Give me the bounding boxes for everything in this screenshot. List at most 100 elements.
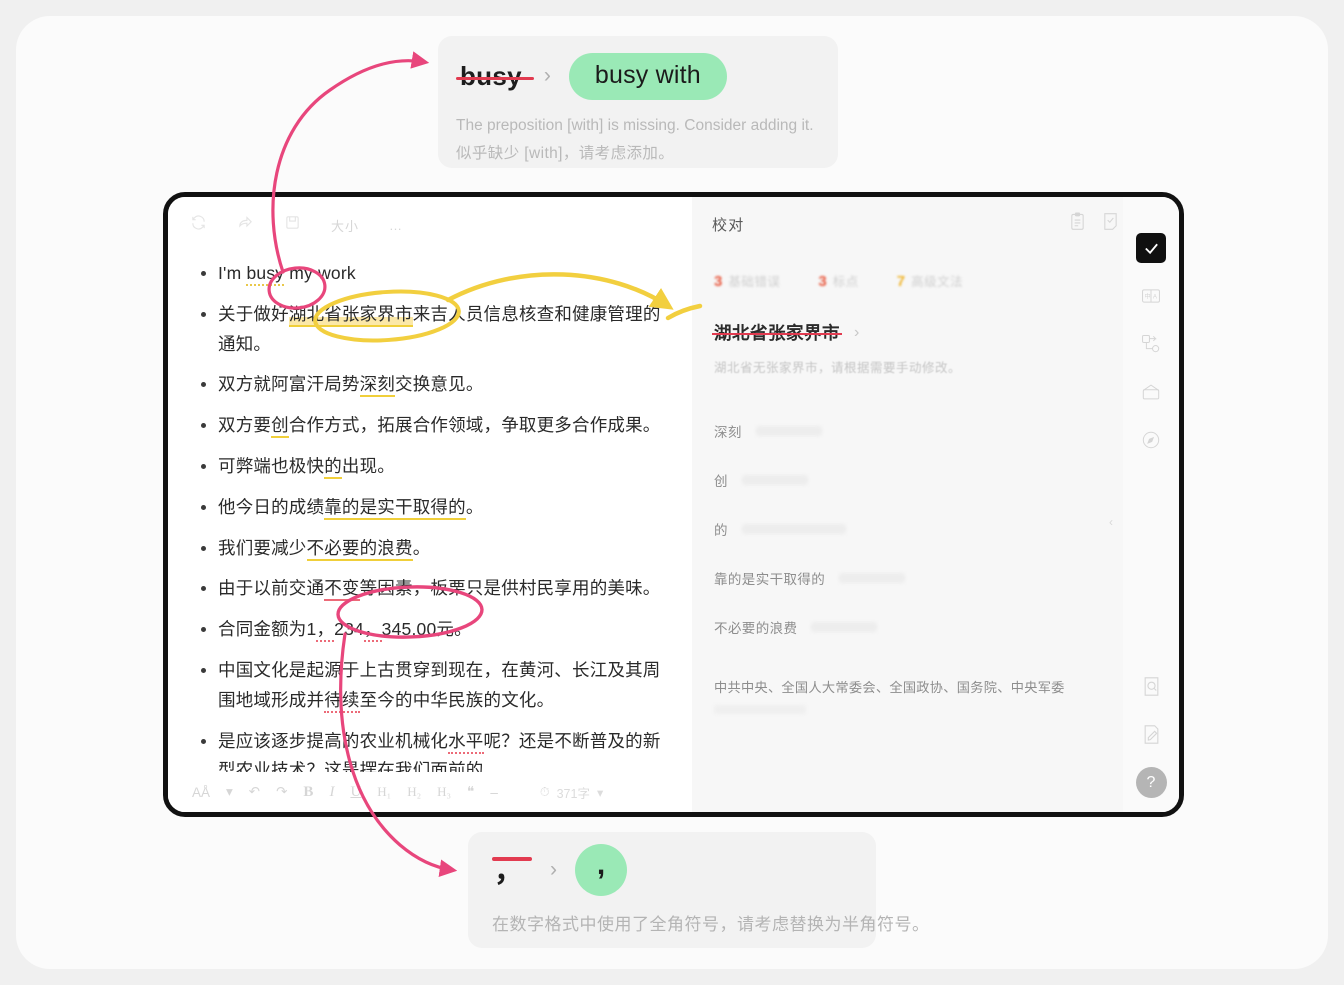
issue-list-item[interactable]: 深刻 [714, 406, 1179, 455]
stat-count: 3 [714, 273, 723, 290]
stat-punctuation[interactable]: 3 标点 [818, 271, 858, 290]
word-count-widget[interactable]: ⏱ 371字 ▾ [540, 783, 603, 802]
stat-label: 标点 [832, 275, 859, 289]
text-segment: 我们要减少 [218, 537, 307, 558]
chevron-right-icon[interactable]: › [854, 324, 859, 342]
svg-text:中: 中 [1144, 292, 1150, 300]
doc-search-icon[interactable] [1136, 671, 1166, 701]
suggestion-row: busy › busy with [456, 50, 820, 102]
save-icon[interactable] [284, 214, 301, 236]
font-size-icon[interactable]: 大小 [331, 216, 359, 235]
rewrite-icon[interactable] [1136, 329, 1166, 359]
suggestion-description-en: The preposition [with] is missing. Consi… [456, 117, 814, 134]
active-issue[interactable]: 湖北省张家界市 › 湖北省无张家界市，请根据需要手动修改。 [692, 290, 1179, 376]
issue-list-item[interactable]: 不必要的浪费 [714, 602, 1179, 651]
strikethrough-line [456, 76, 534, 80]
font-size-caret-icon[interactable]: ▾ [226, 784, 233, 800]
timer-icon: ⏱ [539, 784, 550, 799]
issue-list-item-last[interactable]: 中共中央、全国人大常委会、全国政协、国务院、中央军委 [692, 651, 1179, 714]
screenshot-root: busy › busy with The preposition [with] … [0, 0, 1344, 985]
undo-button[interactable]: ↶ [249, 784, 260, 800]
issue-text: 深刻 [714, 424, 742, 440]
issue-list-item[interactable]: 创 [714, 455, 1179, 504]
heading1-button[interactable]: H₁ [377, 784, 391, 800]
translate-icon[interactable]: 中 A [1136, 281, 1166, 311]
text-segment: 可弊端也极快 [218, 455, 325, 476]
list-item[interactable]: 双方就阿富汗局势深刻交换意见。 [200, 370, 670, 400]
list-item[interactable]: 中国文化是起源于上古贯穿到现在，在黄河、长江及其周围地域形成并待续至今的中华民族… [200, 656, 670, 716]
font-size-button[interactable]: AÅ [192, 785, 210, 800]
active-issue-description: 湖北省无张家界市，请根据需要手动修改。 [714, 361, 962, 375]
issue-blurred-detail [839, 572, 906, 583]
suggestion-description-zh: 似乎缺少 [with]，请考虑添加。 [456, 144, 675, 162]
replacement-pill[interactable]: busy with [568, 52, 727, 100]
issue-list: 深刻 创 的 靠的是实干取得的 不必要的浪费 [692, 376, 1179, 651]
strikethrough-line [712, 332, 842, 335]
issue-blurred-detail [741, 474, 808, 485]
issue-blurred-detail [714, 705, 806, 714]
original-comma: ， [492, 851, 532, 889]
list-item[interactable]: 可弊端也极快的出现。 [200, 452, 670, 482]
list-item[interactable]: 双方要创合作方式，拓展合作领域，争取更多合作成果。 [200, 411, 670, 441]
list-item[interactable]: 由于以前交通不变等因素，板栗只是供村民享用的美味。 [200, 574, 670, 604]
italic-button[interactable]: I [329, 784, 334, 801]
text-segment: 234 [334, 619, 364, 640]
underline-button[interactable]: U [350, 784, 361, 801]
original-word-text: busy [460, 60, 522, 91]
bottom-suggestion-card: ， › , 在数字格式中使用了全角符号，请考虑替换为半角符号。 [468, 832, 929, 948]
text-segment-flagged: ， [363, 619, 382, 643]
list-item[interactable]: 我们要减少不必要的浪费。 [200, 534, 670, 564]
issue-stats: 3 基础错误 3 标点 7 高级文法 [692, 237, 1179, 290]
divider-button[interactable]: – [490, 785, 498, 800]
text-segment: I'm [218, 263, 247, 283]
text-segment: 交换意见。 [395, 374, 484, 395]
word-count-caret-icon: ▾ [596, 785, 604, 800]
text-segment: 关于做好 [218, 303, 289, 324]
list-item[interactable]: I'm busy my work [200, 259, 670, 289]
text-segment: 合同金额为1 [218, 619, 317, 640]
panel-title: 校对 [712, 216, 745, 234]
doc-edit-icon[interactable] [1136, 719, 1166, 749]
envelope-icon[interactable] [1136, 377, 1166, 407]
suggestion-description: The preposition [with] is missing. Consi… [456, 112, 820, 167]
issue-text: 靠的是实干取得的 [714, 571, 826, 587]
text-segment-flagged: busy [246, 263, 285, 286]
stat-basic-errors[interactable]: 3 基础错误 [714, 271, 780, 290]
editor-window: 大小 … I'm busy my work 关于做好湖北省张家界市来吉人员信息核… [163, 192, 1184, 817]
collapse-panel-icon[interactable]: ‹ [1109, 515, 1113, 529]
stat-count: 3 [818, 273, 827, 290]
replacement-comma-chip[interactable]: , [575, 844, 627, 896]
sync-icon[interactable] [190, 214, 207, 236]
heading2-button[interactable]: H₂ [407, 784, 421, 800]
text-segment: 双方要 [218, 415, 272, 436]
compass-icon[interactable] [1136, 425, 1166, 455]
help-button[interactable]: ? [1135, 767, 1167, 798]
list-item[interactable]: 他今日的成绩靠的是实干取得的。 [200, 493, 670, 523]
document-body[interactable]: I'm busy my work 关于做好湖北省张家界市来吉人员信息核查和健康管… [168, 241, 692, 786]
more-icon[interactable]: … [389, 218, 403, 233]
text-segment: 至今的中华民族的文化。 [359, 689, 555, 710]
share-icon[interactable] [237, 214, 254, 236]
proofread-icon[interactable] [1136, 233, 1166, 263]
checked-doc-icon[interactable] [1102, 212, 1119, 236]
issue-text: 的 [714, 522, 728, 538]
panel-header-icons [1069, 212, 1119, 236]
issue-list-item[interactable]: 靠的是实干取得的 [714, 553, 1179, 602]
text-segment: 出现。 [341, 455, 396, 476]
clipboard-icon[interactable] [1069, 212, 1086, 236]
redo-button[interactable]: ↷ [276, 784, 287, 800]
bold-button[interactable]: B [303, 784, 313, 801]
document-pane: 大小 … I'm busy my work 关于做好湖北省张家界市来吉人员信息核… [168, 197, 692, 812]
text-segment-flagged: 不必要的浪费 [306, 537, 413, 561]
list-item[interactable]: 关于做好湖北省张家界市来吉人员信息核查和健康管理的通知。 [200, 300, 670, 360]
text-segment-flagged: 待续 [324, 689, 360, 713]
text-segment-flagged: 湖北省张家界市 [288, 303, 413, 327]
heading3-button[interactable]: H₃ [437, 784, 451, 800]
stat-advanced-grammar[interactable]: 7 高级文法 [897, 271, 963, 290]
quote-button[interactable]: ❝ [467, 784, 474, 800]
text-segment-flagged: 不变 [324, 578, 360, 602]
top-suggestion-card: busy › busy with The preposition [with] … [438, 36, 838, 168]
stat-count: 7 [896, 273, 906, 290]
list-item[interactable]: 合同金额为1，234，345.00元。 [200, 615, 670, 645]
issue-blurred-detail [811, 621, 878, 632]
